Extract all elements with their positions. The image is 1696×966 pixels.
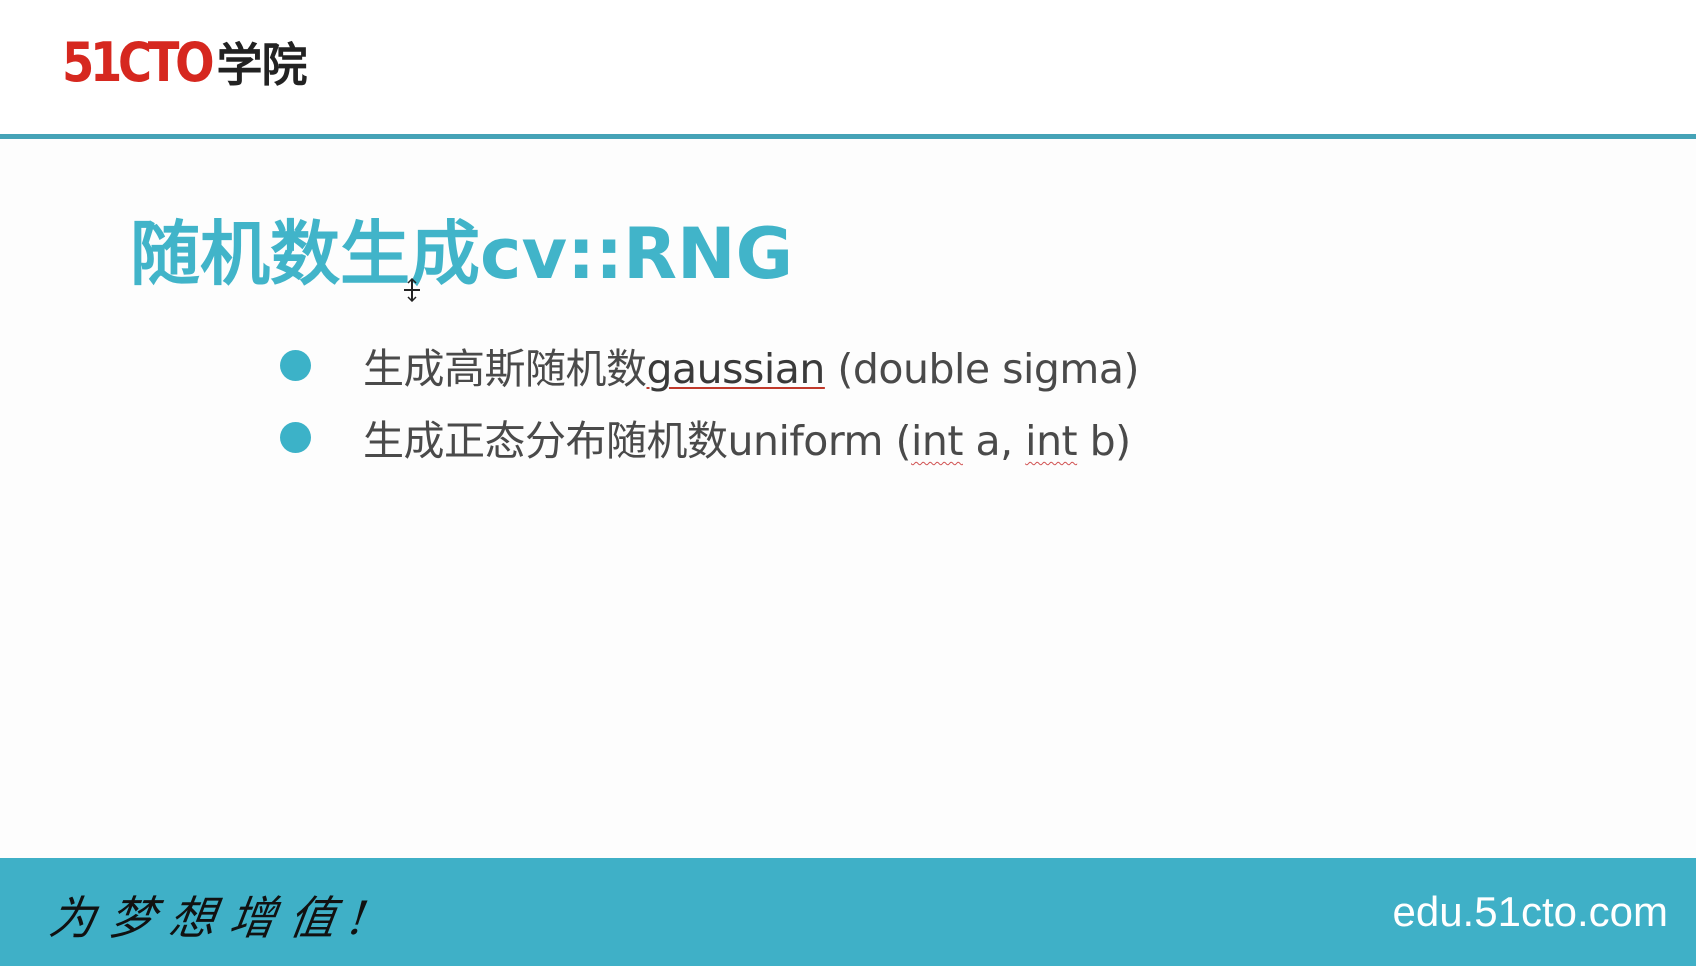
logo-brand: 51CTO: [62, 30, 215, 94]
arg-name: a,: [962, 417, 1026, 465]
site-url: edu.51cto.com: [1392, 888, 1668, 935]
function-args: (double sigma): [824, 345, 1139, 393]
logo-suffix: 学院: [216, 38, 308, 92]
list-item: 生成高斯随机数gaussian (double sigma): [280, 335, 1140, 395]
bullet-prefix: 生成正态分布随机数uniform (: [363, 417, 911, 465]
slide-footer: 为梦想增值! edu.51cto.com: [0, 858, 1696, 966]
bullet-dot-icon: [280, 421, 311, 453]
logo: 51CTO 学院: [62, 30, 308, 94]
slogan: 为梦想增值!: [45, 891, 386, 945]
slide: 51CTO 学院 随机数生成cv::RNG 生成高斯随机数gaussian (d…: [0, 0, 1696, 966]
arg-name: b): [1077, 417, 1132, 465]
cursor-icon: [404, 278, 420, 302]
bullet-prefix: 生成高斯随机数: [363, 345, 647, 393]
bullet-text: 生成正态分布随机数uniform (int a, int b): [363, 407, 1131, 467]
header-divider: [0, 134, 1696, 139]
function-name: gaussian: [646, 345, 826, 393]
list-item: 生成正态分布随机数uniform (int a, int b): [280, 409, 1131, 465]
slide-title: 随机数生成cv::RNG: [130, 213, 794, 295]
slide-header: 51CTO 学院: [0, 0, 1696, 134]
bullet-dot-icon: [280, 349, 311, 381]
arg-type: int: [910, 417, 963, 465]
arg-type: int: [1025, 417, 1078, 465]
bullet-text: 生成高斯随机数gaussian (double sigma): [363, 335, 1140, 395]
